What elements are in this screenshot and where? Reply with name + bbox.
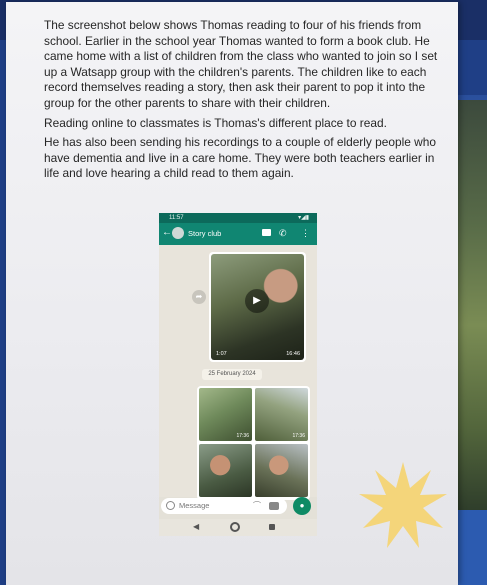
photo-tile[interactable]: 17:36 xyxy=(199,388,252,441)
android-nav-bar: ◀ xyxy=(159,519,317,536)
play-icon[interactable]: ▶ xyxy=(245,289,269,313)
nav-recents-icon[interactable] xyxy=(269,524,275,530)
video-duration: 1:07 xyxy=(216,351,227,357)
mic-icon[interactable]: ● xyxy=(293,497,311,515)
emoji-icon[interactable] xyxy=(166,501,175,510)
nav-back-icon[interactable]: ◀ xyxy=(193,522,199,531)
chat-area: ➦ ▶ 1:07 16:46 25 February 2024 17:36 17… xyxy=(159,245,317,500)
photo-timestamp: 17:36 xyxy=(236,433,249,439)
message-placeholder: Message xyxy=(179,501,210,510)
status-bar: 11:57 ▾◢▮ xyxy=(159,213,317,223)
video-call-icon[interactable] xyxy=(262,229,271,236)
photo-album[interactable]: 17:36 17:36 xyxy=(197,386,310,500)
photo-timestamp: 17:36 xyxy=(292,433,305,439)
phone-screenshot: 11:57 ▾◢▮ ← Story club ✆ ⋮ ➦ ▶ 1:07 16:4… xyxy=(159,213,317,536)
page-text: The screenshot below shows Thomas readin… xyxy=(44,18,444,186)
video-timestamp: 16:46 xyxy=(286,351,300,357)
paragraph-care-home: He has also been sending his recordings … xyxy=(44,135,436,181)
chat-header: ← Story club ✆ ⋮ xyxy=(159,223,317,245)
nav-home-icon[interactable] xyxy=(230,522,240,532)
video-message[interactable]: ▶ 1:07 16:46 xyxy=(209,252,306,362)
back-arrow-icon[interactable]: ← xyxy=(162,227,172,239)
video-thumbnail[interactable]: ▶ 1:07 16:46 xyxy=(211,254,304,360)
photo-tile[interactable] xyxy=(255,444,308,497)
photo-tile[interactable]: 17:36 xyxy=(255,388,308,441)
group-avatar[interactable] xyxy=(172,227,184,239)
date-separator: 25 February 2024 xyxy=(202,369,262,380)
paragraph-intro: The screenshot below shows Thomas readin… xyxy=(44,18,438,110)
more-vert-icon[interactable]: ⋮ xyxy=(301,227,310,239)
phone-icon[interactable]: ✆ xyxy=(279,227,287,239)
camera-icon[interactable] xyxy=(269,502,279,510)
chat-title[interactable]: Story club xyxy=(188,228,221,239)
paragraph-summary: Reading online to classmates is Thomas's… xyxy=(44,115,387,130)
forward-icon[interactable]: ➦ xyxy=(192,290,206,304)
message-bar: Message ⌒ ● xyxy=(161,497,315,515)
status-time: 11:57 xyxy=(169,215,184,221)
signal-icon: ▾◢▮ xyxy=(298,215,309,221)
star-sticker xyxy=(359,462,447,548)
side-photo xyxy=(455,100,487,510)
message-input[interactable]: Message ⌒ xyxy=(161,498,287,514)
photo-tile[interactable] xyxy=(199,444,252,497)
attach-icon[interactable]: ⌒ xyxy=(253,500,261,511)
